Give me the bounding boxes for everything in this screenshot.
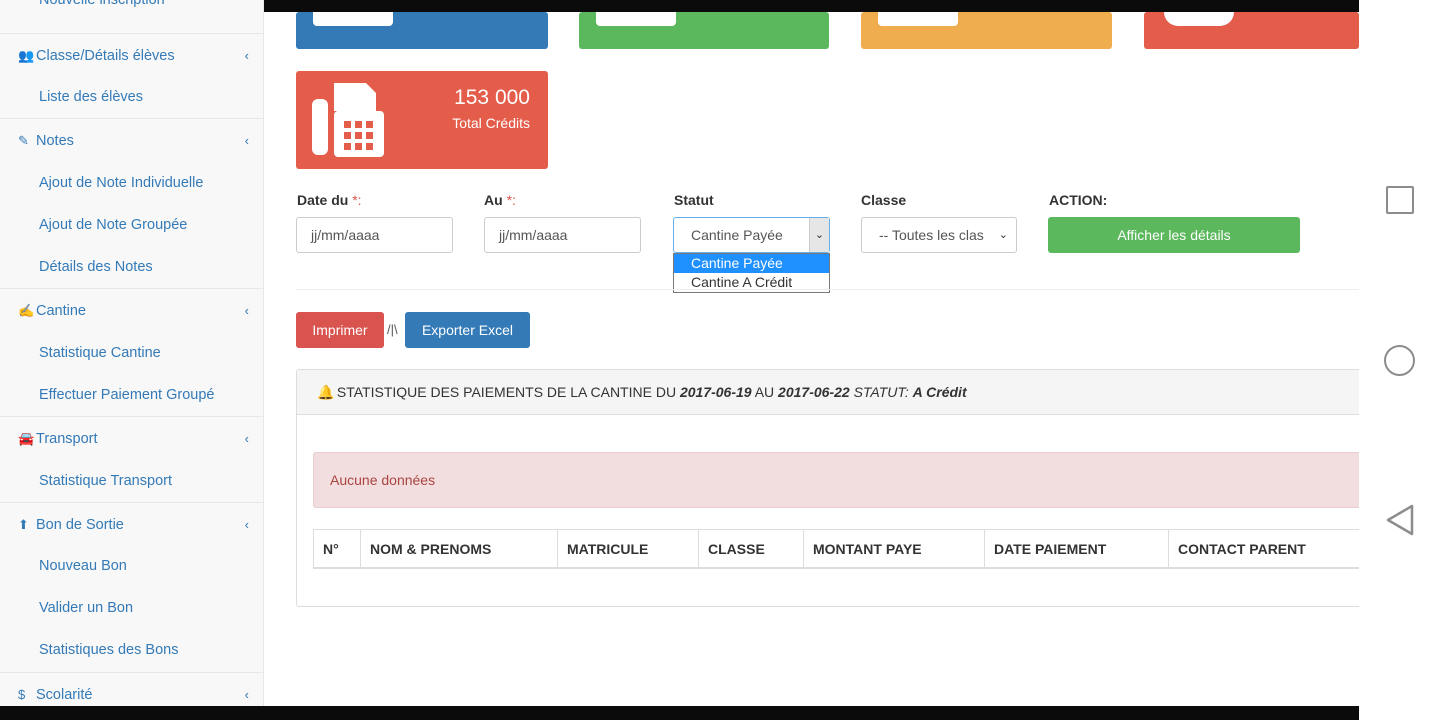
table-header: NOM & PRENOMS <box>361 530 558 568</box>
sidebar-item-classe[interactable]: 👥 Classe/Détails élèves ‹ <box>0 33 263 76</box>
date-to-input[interactable]: jj/mm/aaaa <box>484 217 641 253</box>
panel-date-from: 2017-06-19 <box>679 384 752 400</box>
sidebar-item-statistique-transport[interactable]: Statistique Transport <box>0 460 263 502</box>
chevron-left-icon: ‹ <box>244 48 249 63</box>
sidebar-item-cantine[interactable]: ✍ Cantine ‹ <box>0 288 263 331</box>
export-excel-button[interactable]: Exporter Excel <box>405 312 530 348</box>
date-from-label: Date du *: <box>297 192 362 208</box>
panel-date-to: 2017-06-22 <box>778 384 850 400</box>
table-header: DATE PAIEMENT <box>985 530 1169 568</box>
sidebar-item-label: Bon de Sortie <box>36 517 124 533</box>
total-credits-value: 153 000 <box>454 86 530 109</box>
sidebar-item-bon-sortie[interactable]: ⬆ Bon de Sortie ‹ <box>0 502 263 545</box>
sidebar-item-transport[interactable]: 🚘 Transport ‹ <box>0 416 263 459</box>
bell-icon: 🔔 <box>317 384 335 400</box>
sidebar-item-label: Notes <box>36 133 74 149</box>
users-icon: 👥 <box>18 48 35 63</box>
table-header: CLASSE <box>699 530 804 568</box>
total-credits-label: Total Crédits <box>452 115 530 131</box>
table-header: N° <box>314 530 361 568</box>
table-header: MATRICULE <box>558 530 699 568</box>
edit-icon: ✍ <box>18 303 35 318</box>
sidebar-item-details-notes[interactable]: Détails des Notes <box>0 246 263 288</box>
table-header: MONTANT PAYE <box>804 530 985 568</box>
status-option-payee[interactable]: Cantine Payée <box>674 254 829 273</box>
sidebar-item-label: Transport <box>36 431 98 447</box>
stat-tile-red <box>1144 12 1359 49</box>
home-icon[interactable] <box>1384 345 1415 376</box>
status-select-value: Cantine Payée <box>691 227 783 243</box>
sidebar: Nouvelle inscription 👥 Classe/Détails élè… <box>0 0 264 720</box>
status-dropdown: Cantine Payée Cantine A Crédit <box>673 253 830 293</box>
chevron-down-icon: ⌄ <box>998 229 1008 241</box>
bottom-bar <box>0 706 1359 720</box>
date-from-input[interactable]: jj/mm/aaaa <box>296 217 453 253</box>
sidebar-item-paiement-groupe[interactable]: Effectuer Paiement Groupé <box>0 374 263 416</box>
car-icon: 🚘 <box>18 431 35 446</box>
chevron-left-icon: ‹ <box>244 431 249 446</box>
sidebar-item-note-individuelle[interactable]: Ajout de Note Individuelle <box>0 162 263 204</box>
fax-icon <box>312 83 384 157</box>
sidebar-item-valider-bon[interactable]: Valider un Bon <box>0 587 263 629</box>
sidebar-item-note-groupee[interactable]: Ajout de Note Groupée <box>0 204 263 246</box>
sidebar-item-notes[interactable]: ✎ Notes ‹ <box>0 118 263 161</box>
stat-tile-green <box>579 12 829 49</box>
panel-title-prefix: STATISTIQUE DES PAIEMENTS DE LA CANTINE … <box>336 384 677 400</box>
panel-status-prefix: STATUT: <box>853 384 909 400</box>
money-icon <box>878 12 958 26</box>
chevron-down-icon: ⌄ <box>809 218 829 252</box>
status-select[interactable]: Cantine Payée ⌄ <box>673 217 830 253</box>
pencil-icon: ✎ <box>18 133 29 148</box>
date-to-label: Au *: <box>484 192 516 208</box>
chevron-left-icon: ‹ <box>244 517 249 532</box>
divider <box>296 289 1359 290</box>
money-icon <box>313 12 393 26</box>
print-button[interactable]: Imprimer <box>296 312 384 348</box>
panel-status: A Crédit <box>912 384 967 400</box>
chevron-left-icon: ‹ <box>244 303 249 318</box>
required-mark: *: <box>352 192 362 208</box>
payments-table: N° NOM & PRENOMS MATRICULE CLASSE MONTAN… <box>313 529 1359 569</box>
back-icon[interactable] <box>1384 503 1416 537</box>
bell-icon <box>1164 12 1234 26</box>
sidebar-item-statistiques-bons[interactable]: Statistiques des Bons <box>0 629 263 671</box>
class-label: Classe <box>861 192 907 208</box>
sidebar-item-label: Classe/Détails élèves <box>36 48 175 64</box>
empty-alert: Aucune données <box>313 452 1359 508</box>
panel-heading: 🔔 STATISTIQUE DES PAIEMENTS DE LA CANTIN… <box>297 370 1360 415</box>
panel-title-middle: AU <box>754 384 775 400</box>
recent-apps-icon[interactable] <box>1386 186 1414 214</box>
required-mark: *: <box>506 192 516 208</box>
show-details-button[interactable]: Afficher les détails <box>1048 217 1300 253</box>
sidebar-item-label: Cantine <box>36 303 86 319</box>
class-select-value: -- Toutes les clas <box>879 227 984 243</box>
sidebar-item-label: Scolarité <box>36 687 93 703</box>
sidebar-item-liste-eleves[interactable]: Liste des élèves <box>0 76 263 118</box>
toolbar-separator: /|\ <box>387 322 398 337</box>
sidebar-item-statistique-cantine[interactable]: Statistique Cantine <box>0 332 263 374</box>
stat-tile-orange <box>861 12 1112 49</box>
total-credits-tile: 153 000 Total Crédits <box>296 71 548 169</box>
money-icon <box>596 12 676 26</box>
class-select[interactable]: -- Toutes les clas ⌄ <box>861 217 1017 253</box>
table-header: CONTACT PARENT <box>1178 541 1306 557</box>
status-label: Statut <box>674 192 714 208</box>
sidebar-item-nouveau-bon[interactable]: Nouveau Bon <box>0 545 263 587</box>
chevron-left-icon: ‹ <box>244 133 249 148</box>
upload-icon: ⬆ <box>18 517 29 532</box>
stat-tile-blue <box>296 12 548 49</box>
sidebar-item-nouvelle-inscription[interactable]: Nouvelle inscription <box>39 0 165 8</box>
action-label: ACTION: <box>1049 192 1108 208</box>
